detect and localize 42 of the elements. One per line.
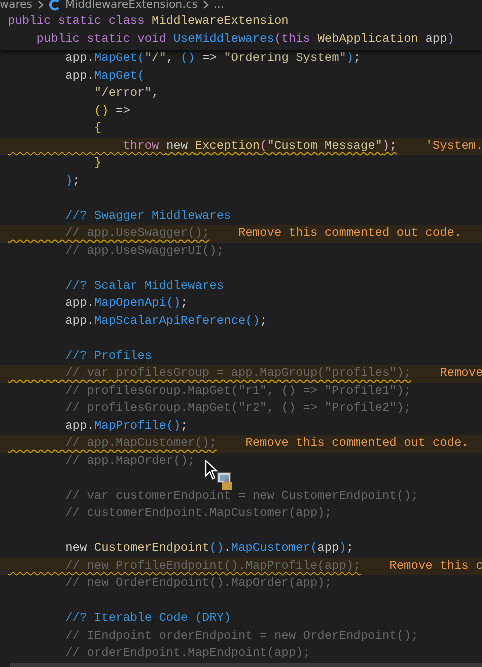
code-line: //? Profiles bbox=[64, 348, 152, 364]
code-line: //? Scalar Middlewares bbox=[64, 278, 224, 294]
csharp-file-icon bbox=[48, 0, 61, 11]
diagnostic-hint: Remove this c bbox=[390, 558, 482, 574]
breadcrumb-item[interactable]: ... bbox=[214, 0, 224, 11]
code-line: app.MapGet( bbox=[64, 68, 145, 84]
chevron-icon bbox=[38, 1, 44, 9]
code-line: } bbox=[93, 155, 102, 172]
code-line: // app.UseSwagger(); bbox=[64, 225, 210, 242]
code-line: app.MapOpenApi(); bbox=[64, 295, 188, 312]
code-line: // new ProfileEndpoint().MapProfile(app); bbox=[64, 558, 361, 574]
code-line: // new OrderEndpoint().MapOrder(app); bbox=[64, 575, 332, 592]
code-line: // profilesGroup.MapGet("r2", () => "Profile2"); bbox=[64, 400, 412, 417]
diagnostic-hint: Remove this commented out code. bbox=[238, 225, 462, 242]
chevron-icon bbox=[202, 1, 209, 9]
mouse-pointer-icon bbox=[205, 460, 235, 492]
sticky-code-line: public static void UseMiddlewares(this WebApplication app) bbox=[36, 30, 455, 48]
code-line: // app.UseSwaggerUI(); bbox=[64, 242, 224, 260]
code-line: new CustomerEndpoint().MapCustomer(app); bbox=[64, 540, 354, 557]
code-line: app.MapProfile(); bbox=[64, 418, 188, 434]
code-line: () => bbox=[93, 102, 130, 120]
code-line: //? Swagger Middlewares bbox=[64, 208, 232, 224]
code-line: app.MapScalarApiReference(); bbox=[64, 312, 268, 330]
code-line: // app.MapCustomer(); bbox=[64, 435, 217, 452]
code-line: // profilesGroup.MapGet("r1", () => "Profile1"); bbox=[64, 382, 412, 400]
breadcrumb-item[interactable]: MiddlewareExtension.cs bbox=[66, 0, 198, 11]
diagnostic-hint: Remove this commented out code. bbox=[246, 435, 469, 452]
code-line: //? Iterable Code (DRY) bbox=[64, 610, 232, 627]
code-line: app.MapGet("/", () => "Ordering System"); bbox=[64, 50, 361, 67]
code-line: // var customerEndpoint = new CustomerEndpoint(); bbox=[64, 488, 418, 504]
code-line: throw new Exception("Custom Message"); bbox=[122, 138, 397, 154]
code-line: "/error", bbox=[93, 85, 160, 102]
sticky-code-line: public static class MiddlewareExtension bbox=[8, 13, 289, 30]
code-line: // var profilesGroup = app.MapGroup("profiles"); bbox=[64, 365, 412, 382]
code-line: // app.MapOrder(); bbox=[64, 452, 196, 470]
code-line: // IEndpoint orderEndpoint = new OrderEndpoint(); bbox=[64, 628, 418, 644]
code-line: // orderEndpoint.MapEndpoint(app); bbox=[64, 645, 310, 662]
code-line: { bbox=[93, 120, 102, 137]
code-line: // customerEndpoint.MapCustomer(app); bbox=[64, 505, 332, 522]
code-line: ); bbox=[64, 172, 80, 190]
breadcrumb-item[interactable]: wares bbox=[0, 0, 33, 11]
diagnostic-hint: 'System. bbox=[426, 138, 482, 154]
